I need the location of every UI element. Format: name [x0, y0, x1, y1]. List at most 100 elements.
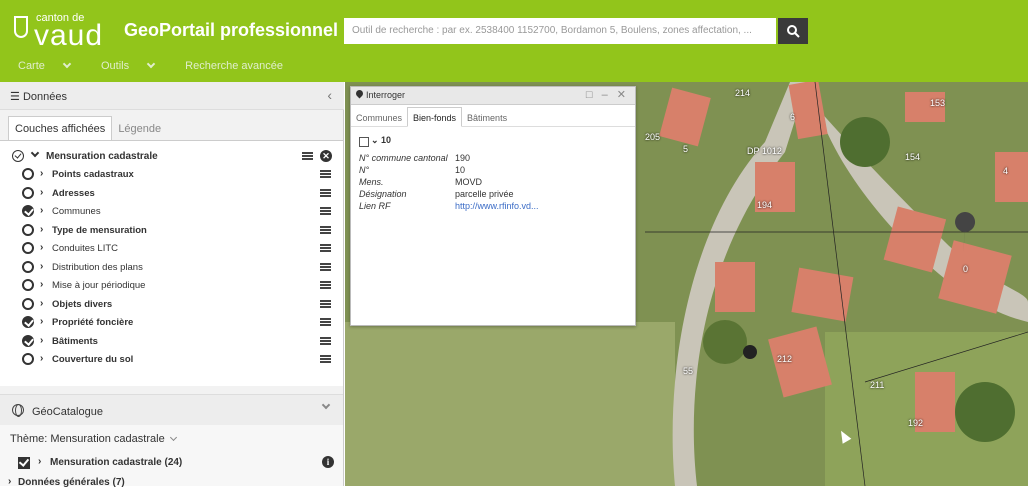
layer-row[interactable]: › Distribution des plans — [0, 258, 343, 276]
chevron-right-icon[interactable]: › — [40, 168, 43, 179]
chevron-right-icon[interactable]: › — [40, 224, 43, 235]
layer-label: Mise à jour périodique — [52, 280, 146, 291]
menu-outils[interactable]: Outils — [101, 59, 168, 72]
parcel-number[interactable]: ⌄ 10 — [371, 135, 391, 146]
menu-icon[interactable] — [302, 152, 313, 160]
remove-layer-icon[interactable]: ✕ — [320, 150, 332, 162]
attribute-key: Mens. — [359, 177, 384, 187]
chevron-right-icon[interactable]: › — [8, 476, 11, 487]
top-header: canton de vaud GeoPortail professionnel … — [0, 0, 1028, 82]
popup-title: Interroger — [366, 90, 406, 100]
chevron-right-icon[interactable]: › — [38, 456, 41, 467]
menu-icon[interactable] — [320, 355, 331, 363]
checked-circle-icon[interactable] — [22, 205, 34, 217]
unchecked-circle-icon[interactable] — [22, 353, 34, 365]
layer-label: Couverture du sol — [52, 354, 134, 365]
theme-selector[interactable]: Thème: Mensuration cadastrale — [10, 433, 177, 445]
menu-icon[interactable] — [320, 244, 331, 252]
layer-group-mensuration[interactable]: Mensuration cadastrale ✕ — [0, 147, 343, 165]
data-panel-header: ☰ Données ‹ — [0, 82, 344, 110]
layer-row[interactable]: › Points cadastraux — [0, 165, 343, 183]
result-checkbox[interactable] — [359, 137, 369, 147]
geocatalogue-item[interactable]: › Mensuration cadastrale (24) i — [0, 455, 343, 471]
tab-legende[interactable]: Légende — [112, 117, 167, 141]
chevron-right-icon[interactable]: › — [40, 279, 43, 290]
geocatalogue-header[interactable]: GéoCatalogue — [0, 395, 343, 425]
layer-row[interactable]: › Adresses — [0, 184, 343, 202]
unchecked-circle-icon[interactable] — [22, 223, 34, 236]
map-label: 211 — [870, 380, 885, 390]
chevron-down-icon — [169, 433, 177, 442]
unchecked-circle-icon[interactable] — [22, 186, 34, 199]
chevron-right-icon[interactable]: › — [40, 261, 43, 272]
geocatalogue-title: GéoCatalogue — [32, 406, 103, 418]
tab-communes[interactable]: Communes — [351, 108, 407, 128]
chevron-right-icon[interactable]: › — [40, 298, 43, 309]
unchecked-circle-icon[interactable] — [22, 297, 34, 310]
attribute-key: Lien RF — [359, 201, 391, 211]
attribute-value: MOVD — [455, 177, 482, 187]
chevron-down-icon[interactable] — [30, 148, 40, 158]
attribute-link[interactable]: http://www.rfinfo.vd... — [455, 201, 539, 211]
layer-row[interactable]: › Mise à jour périodique — [0, 276, 343, 294]
checkbox-checked-icon[interactable] — [18, 457, 30, 469]
menu-carte[interactable]: Carte — [18, 59, 84, 72]
layer-row[interactable]: › Conduites LITC — [0, 239, 343, 257]
layer-row[interactable]: › Communes — [0, 202, 343, 220]
map-label: 5 — [683, 144, 689, 154]
checked-circle-icon[interactable] — [12, 150, 24, 162]
layer-row[interactable]: › Couverture du sol — [0, 350, 343, 368]
geocatalogue-item-label: Données générales (7) — [18, 477, 125, 488]
popup-tabs: Communes Bien-fonds Bâtiments — [351, 107, 635, 127]
info-icon[interactable]: i — [322, 456, 334, 468]
unchecked-circle-icon[interactable] — [22, 168, 34, 180]
tab-batiments[interactable]: Bâtiments — [462, 108, 512, 128]
layer-row[interactable]: › Bâtiments — [0, 332, 343, 350]
layer-row[interactable]: › Type de mensuration — [0, 221, 343, 239]
chevron-right-icon[interactable]: › — [40, 187, 43, 198]
unchecked-circle-icon[interactable] — [22, 260, 34, 273]
menu-icon[interactable] — [320, 336, 331, 345]
popup-window-controls[interactable]: □ – ✕ — [586, 88, 629, 101]
menu-icon[interactable] — [320, 188, 331, 197]
chevron-right-icon[interactable]: › — [40, 205, 43, 216]
attribute-key: N° — [359, 165, 370, 175]
map-label: 192 — [908, 418, 924, 428]
map-label: 153 — [930, 98, 946, 108]
menu-icon[interactable] — [320, 318, 331, 326]
layer-row[interactable]: › Objets divers — [0, 295, 343, 313]
tab-couches-affichees[interactable]: Couches affichées — [8, 116, 113, 140]
menu-icon[interactable] — [320, 281, 331, 289]
menu-icon[interactable] — [320, 225, 331, 234]
layer-row[interactable]: › Propriété foncière — [0, 313, 343, 331]
layer-label: Conduites LITC — [52, 243, 119, 254]
search-input[interactable]: Outil de recherche : par ex. 2538400 115… — [344, 18, 776, 44]
unchecked-circle-icon[interactable] — [22, 279, 34, 291]
menu-recherche-avancee[interactable]: Recherche avancée — [185, 60, 283, 72]
menu-icon[interactable] — [320, 262, 331, 271]
checked-circle-icon[interactable] — [22, 334, 34, 347]
chevron-right-icon[interactable]: › — [40, 316, 43, 327]
search-button[interactable] — [778, 18, 808, 44]
map-label: 205 — [645, 132, 661, 142]
checked-circle-icon[interactable] — [22, 316, 34, 328]
chevron-right-icon[interactable]: › — [40, 335, 43, 346]
tab-bien-fonds[interactable]: Bien-fonds — [407, 107, 463, 127]
chevron-down-icon[interactable] — [321, 400, 331, 410]
unchecked-circle-icon[interactable] — [22, 242, 34, 254]
main-menu: Carte Outils Recherche avancée — [18, 59, 297, 72]
menu-icon[interactable] — [320, 207, 331, 215]
vaud-logo[interactable]: canton de vaud — [14, 12, 114, 56]
map-label: 6 — [790, 112, 796, 122]
collapse-panel-button[interactable]: ‹ — [327, 87, 332, 103]
chevron-right-icon[interactable]: › — [40, 242, 43, 253]
layer-label: Objets divers — [52, 298, 113, 310]
menu-icon[interactable] — [320, 299, 331, 308]
popup-header[interactable]: Interroger □ – ✕ — [351, 87, 635, 105]
parcel-number-value: 10 — [381, 135, 392, 145]
search-icon — [787, 25, 800, 38]
menu-icon[interactable] — [320, 170, 331, 178]
attribute-value: 10 — [455, 165, 466, 175]
chevron-right-icon[interactable]: › — [40, 353, 43, 364]
geocatalogue-item[interactable]: › Données générales (7) — [0, 475, 343, 491]
